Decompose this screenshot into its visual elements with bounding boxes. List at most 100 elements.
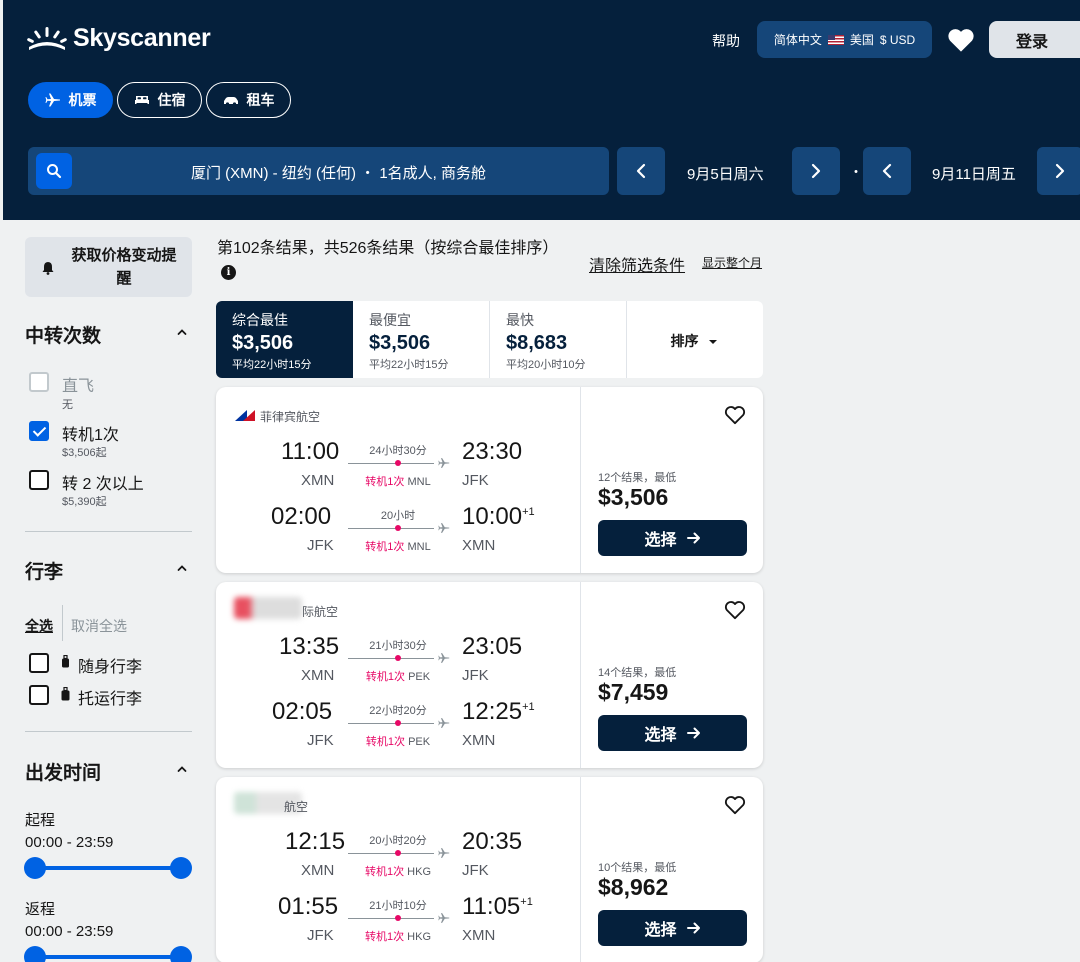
depart-next-day-button[interactable] xyxy=(792,147,840,195)
favorites-heart-icon[interactable] xyxy=(947,27,975,53)
tab-car-rental[interactable]: 租车 xyxy=(206,82,291,118)
return-stops: 转机1次 HKG xyxy=(348,928,448,944)
chevron-up-icon[interactable] xyxy=(177,764,187,774)
outbound-depart-code: XMN xyxy=(301,862,335,879)
date-separator: ・ xyxy=(849,164,863,180)
carry-on-bag-icon xyxy=(62,655,69,668)
checked-bag-checkbox[interactable] xyxy=(29,685,49,705)
search-summary-bar[interactable]: 厦门 (XMN) - 纽约 (任何) ・ 1名成人, 商务舱 xyxy=(28,147,609,195)
tab-flights[interactable]: 机票 xyxy=(28,82,113,118)
sort-tab-best[interactable]: 综合最佳 $3,506 平均22小时15分 xyxy=(216,301,353,378)
return-prev-day-button[interactable] xyxy=(863,147,911,195)
sunrise-logo-icon xyxy=(27,26,67,50)
card-divider xyxy=(580,777,581,962)
return-stops-via: PEK xyxy=(408,736,431,748)
show-whole-month-link[interactable]: 显示整个月 xyxy=(702,254,762,271)
return-duration: 20小时 xyxy=(380,510,416,522)
return-time-slider-track[interactable] xyxy=(35,955,181,959)
us-flag-icon xyxy=(827,34,844,45)
price-alert-button[interactable]: 获取价格变动提醒 xyxy=(25,237,192,297)
sort-tab-fastest[interactable]: 最快 $8,683 平均20小时10分 xyxy=(490,301,626,378)
sort-dropdown[interactable]: 排序 xyxy=(626,331,763,351)
philippine-airlines-logo-icon xyxy=(235,410,255,421)
outbound-slider-max-handle[interactable] xyxy=(170,857,192,879)
heart-outline-icon[interactable] xyxy=(724,795,746,815)
return-arrive-code: XMN xyxy=(462,732,496,749)
carry-on-checkbox[interactable] xyxy=(29,653,49,673)
return-stops-count: 转机1次 xyxy=(365,736,406,748)
deal-price: $3,506 xyxy=(598,484,669,510)
heart-outline-icon[interactable] xyxy=(724,405,746,425)
plane-icon xyxy=(438,848,450,858)
card-divider xyxy=(580,387,581,573)
results-summary: 第102条结果，共526条结果（按综合最佳排序） xyxy=(217,240,559,257)
login-button[interactable]: 登录 xyxy=(989,21,1080,58)
chevron-up-icon[interactable] xyxy=(177,327,187,337)
caret-down-icon xyxy=(709,340,718,344)
outbound-arrive-code: JFK xyxy=(462,472,489,489)
select-button[interactable]: 选择 xyxy=(598,715,747,751)
outbound-arrive-time: 23:05 xyxy=(462,633,522,661)
outbound-duration: 21小时30分 xyxy=(369,640,427,652)
stops-nonstop-price: 无 xyxy=(62,399,73,411)
chevron-right-icon xyxy=(811,163,821,179)
return-next-day-button[interactable] xyxy=(1037,147,1080,195)
flight-card[interactable]: 际航空 13:35 XMN 21小时30分 转机1次 PEK 23:05 JFK… xyxy=(216,582,763,768)
return-arrive-time: 10:00+1 xyxy=(462,503,535,531)
outbound-time-range: 00:00 - 23:59 xyxy=(25,834,114,851)
baggage-select-all[interactable]: 全选 xyxy=(25,616,53,636)
airline-name: 菲律宾航空 xyxy=(260,410,321,424)
outbound-stop-dot xyxy=(395,850,401,856)
outbound-stops-via: PEK xyxy=(408,671,431,683)
outbound-stops-via: HKG xyxy=(407,866,432,878)
outbound-depart-code: XMN xyxy=(301,667,335,684)
sort-tab-fastest-time: 平均20小时10分 xyxy=(506,359,586,371)
outbound-arrive-code: JFK xyxy=(462,862,489,879)
return-date[interactable]: 9月11日周五 xyxy=(932,163,1016,184)
return-stop-dot xyxy=(395,915,401,921)
outbound-arrive-time: 23:30 xyxy=(462,438,522,466)
flight-card[interactable]: 航空 12:15 XMN 20小时20分 转机1次 HKG 20:35 JFK … xyxy=(216,777,763,962)
return-depart-code: JFK xyxy=(307,537,334,554)
return-depart-code: JFK xyxy=(307,732,334,749)
skyscanner-logo[interactable]: Skyscanner xyxy=(27,24,211,53)
return-depart-time: 02:05 xyxy=(272,698,333,725)
sort-tab-best-time: 平均22小时15分 xyxy=(232,359,312,371)
tab-hotels[interactable]: 住宿 xyxy=(117,82,202,118)
flight-card[interactable]: 菲律宾航空 11:00 XMN 24小时30分 转机1次 MNL 23:30 J… xyxy=(216,387,763,573)
sort-dropdown-label: 排序 xyxy=(670,333,699,349)
return-route-line xyxy=(348,723,434,724)
select-button[interactable]: 选择 xyxy=(598,520,747,556)
help-link[interactable]: 帮助 xyxy=(712,31,740,51)
outbound-time-label: 起程 xyxy=(25,812,56,829)
card-divider xyxy=(580,582,581,768)
sort-tab-cheapest[interactable]: 最便宜 $3,506 平均22小时15分 xyxy=(353,301,489,378)
stops-nonstop-checkbox[interactable] xyxy=(29,372,49,392)
info-icon[interactable]: i xyxy=(221,265,236,280)
return-slider-min-handle[interactable] xyxy=(24,946,46,962)
arrow-right-icon xyxy=(686,922,700,934)
stops-two-plus-checkbox[interactable] xyxy=(29,470,49,490)
depart-date[interactable]: 9月5日周六 xyxy=(687,163,764,184)
blurred-airline-logo xyxy=(234,597,302,619)
stops-one-checkbox[interactable] xyxy=(29,421,49,441)
outbound-time-slider-track[interactable] xyxy=(35,866,181,870)
outbound-slider-min-handle[interactable] xyxy=(24,857,46,879)
return-route-line xyxy=(348,528,434,529)
plane-icon xyxy=(438,913,450,923)
select-button-label: 选择 xyxy=(644,532,677,549)
clear-filters-link[interactable]: 清除筛选条件 xyxy=(589,252,685,276)
return-depart-code: JFK xyxy=(307,927,334,944)
select-button[interactable]: 选择 xyxy=(598,910,747,946)
depart-prev-day-button[interactable] xyxy=(617,147,665,195)
return-time-range: 00:00 - 23:59 xyxy=(25,923,114,940)
locale-button[interactable]: 简体中文 美国 $ USD xyxy=(757,21,932,58)
baggage-separator xyxy=(62,605,63,641)
baggage-deselect-all[interactable]: 取消全选 xyxy=(71,616,127,636)
return-slider-max-handle[interactable] xyxy=(170,946,192,962)
stops-one-label: 转机1次 xyxy=(62,427,119,444)
chevron-up-icon[interactable] xyxy=(177,563,187,573)
deal-price: $7,459 xyxy=(598,679,669,705)
heart-outline-icon[interactable] xyxy=(724,600,746,620)
outbound-stop-dot xyxy=(395,460,401,466)
